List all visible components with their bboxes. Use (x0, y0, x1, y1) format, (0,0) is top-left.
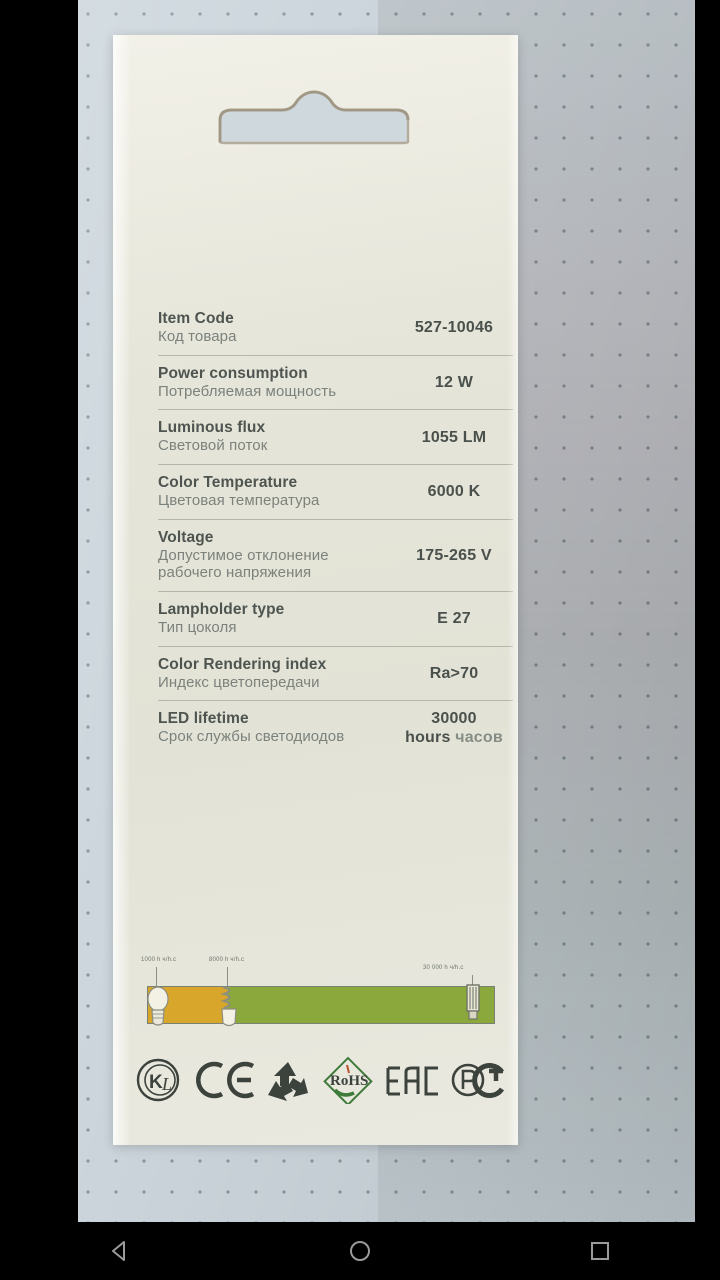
photo-viewport[interactable]: Item Code Код товара 527-10046 Power con… (78, 0, 695, 1222)
row-labels: Item Code Код товара (158, 301, 395, 355)
spec-value: E 27 (437, 610, 471, 628)
spec-label-en: Color Rendering index (158, 655, 327, 673)
spec-label-en: Color Temperature (158, 473, 298, 491)
back-triangle-icon (112, 1241, 125, 1261)
home-circle-icon (350, 1241, 370, 1261)
row-labels: Lampholder type Тип цоколя (158, 592, 395, 646)
spec-label-en: Power consumption (158, 364, 308, 382)
spec-label-ru: Индекс цветопередачи (158, 673, 320, 691)
table-row: Color Rendering index Индекс цветопереда… (158, 645, 513, 701)
bar-segment-led (227, 987, 494, 1023)
bar-tick-label: 30 000 h ч/h.c (423, 965, 464, 971)
lifetime-unit-en: hours (405, 729, 451, 747)
home-button[interactable] (325, 1222, 395, 1280)
spec-value: 175-265 V (416, 546, 492, 564)
row-labels: Color Temperature Цветовая температура (158, 465, 395, 519)
eac-mark-icon (384, 1060, 442, 1100)
ce-mark-icon (196, 1060, 256, 1100)
row-labels: Voltage Допустимое отклонение рабочего н… (158, 520, 395, 591)
svg-text:RoHS: RoHS (330, 1073, 368, 1089)
spec-label-en: Voltage (158, 528, 214, 546)
spec-value: 527-10046 (414, 319, 494, 337)
spec-value: 1055 LM (421, 428, 487, 446)
table-row: Power consumption Потребляемая мощность … (158, 354, 513, 410)
row-labels: LED lifetime Срок службы светодиодов (158, 701, 395, 755)
kc-mark-icon: K L (133, 1058, 187, 1102)
spec-label-ru: Световой поток (158, 437, 268, 455)
row-labels: Color Rendering index Индекс цветопереда… (158, 647, 395, 701)
recents-button[interactable] (565, 1222, 635, 1280)
cfl-bulb-icon (220, 985, 237, 1027)
spec-value: 12 W (434, 373, 474, 391)
screenshot-root: Item Code Код товара 527-10046 Power con… (0, 0, 720, 1280)
spec-label-ru: Тип цоколя (158, 618, 237, 636)
recycling-mark-icon (265, 1059, 311, 1101)
spec-value: 6000 K (427, 483, 481, 501)
table-row: LED lifetime Срок службы светодиодов 300… (158, 700, 513, 755)
rohs-mark-icon: RoHS (321, 1056, 375, 1104)
spec-label-ru: Код товара (158, 327, 237, 345)
table-row: Lampholder type Тип цоколя E 27 (158, 590, 513, 646)
spec-label-ru: Цветовая температура (158, 491, 320, 509)
table-row: Item Code Код товара 527-10046 (158, 301, 513, 355)
android-navigation-bar (0, 1222, 720, 1280)
led-lamp-icon (466, 984, 480, 1020)
spec-value: 30000 hours часов (395, 709, 513, 747)
spec-label-ru: Потребляемая мощность (158, 382, 337, 400)
bar-tick-label: 1000 h ч/h.c (141, 957, 177, 963)
card-gloss-right (508, 35, 518, 1145)
svg-text:K: K (149, 1072, 163, 1093)
svg-text:L: L (161, 1074, 172, 1094)
row-labels: Luminous flux Световой поток (158, 410, 395, 464)
blister-card[interactable]: Item Code Код товара 527-10046 Power con… (113, 35, 518, 1145)
lifetime-bar-graphic: 1000 h ч/h.c 8000 h ч/h.c 30 000 h ч/h.c (133, 955, 505, 1033)
bar-tick-label: 8000 h ч/h.c (209, 957, 245, 963)
row-labels: Power consumption Потребляемая мощность (158, 356, 395, 410)
spec-table: Item Code Код товара 527-10046 Power con… (158, 301, 513, 755)
card-gloss-left (113, 35, 129, 1145)
letterbox-left (0, 0, 78, 1222)
incandescent-bulb-icon (147, 986, 169, 1026)
euro-slot-hang-tab (214, 90, 414, 145)
table-row: Voltage Допустимое отклонение рабочего н… (158, 518, 513, 591)
spec-value: Ra>70 (429, 664, 479, 682)
certification-logos: K L RoHS (133, 1049, 505, 1111)
lifetime-number: 30000 (431, 709, 477, 727)
spec-label-en: Item Code (158, 310, 234, 327)
table-row: Color Temperature Цветовая температура 6… (158, 463, 513, 519)
bar-track (147, 986, 495, 1024)
pct-mark-icon (451, 1059, 505, 1101)
letterbox-right (695, 0, 720, 1222)
spec-label-ru: Срок службы светодиодов (158, 728, 345, 746)
lifetime-unit-ru: часов (455, 729, 503, 747)
table-row: Luminous flux Световой поток 1055 LM (158, 409, 513, 464)
spec-label-en: Lampholder type (158, 600, 285, 618)
spec-label-en: Luminous flux (158, 419, 266, 437)
back-button[interactable] (85, 1222, 155, 1280)
recents-square-icon (591, 1242, 609, 1260)
spec-label-en: LED lifetime (158, 710, 249, 728)
lifetime-units: hours часов (395, 728, 513, 747)
spec-label-ru: Допустимое отклонение рабочего напряжени… (158, 546, 329, 582)
